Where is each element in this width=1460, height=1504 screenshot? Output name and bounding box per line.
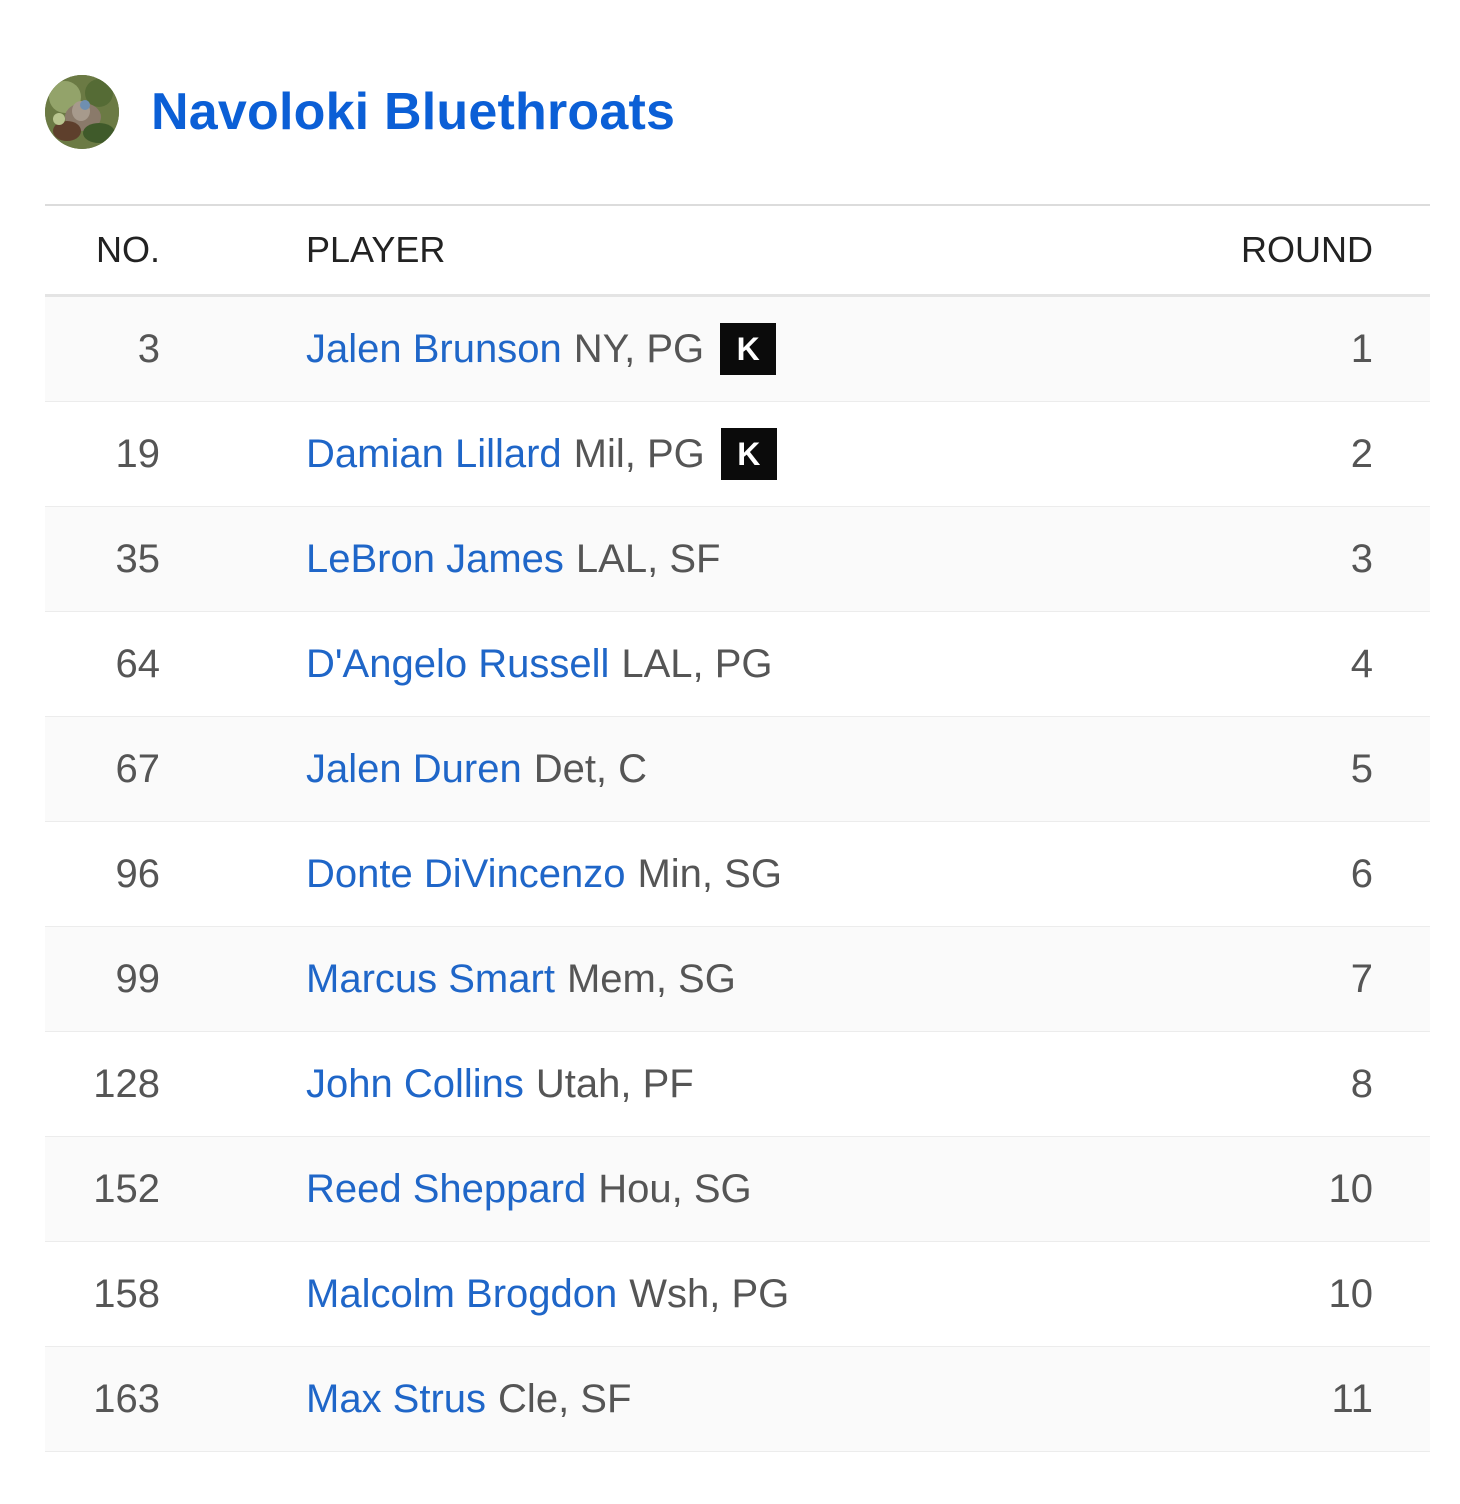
table-row: 158 Malcolm Brogdon Wsh, PG 10 — [45, 1242, 1430, 1347]
draft-round: 2 — [1350, 431, 1373, 476]
pick-number: 35 — [115, 536, 161, 581]
draft-picks-table: NO. PLAYER ROUND 3 Jalen Brunson NY, PG K 1 1… — [45, 204, 1430, 1452]
player-name-link[interactable]: Jalen Duren — [306, 747, 522, 792]
team-draft-card: Navoloki Bluethroats NO. PLAYER ROUND 3 J… — [0, 0, 1460, 1504]
table-row: 67 Jalen Duren Det, C 5 — [45, 717, 1430, 822]
table-row: 3 Jalen Brunson NY, PG K 1 — [45, 297, 1430, 402]
pick-number: 158 — [93, 1271, 160, 1316]
draft-round: 11 — [1331, 1376, 1373, 1421]
header-no: NO. — [95, 229, 160, 270]
player-name-link[interactable]: Damian Lillard — [306, 432, 562, 477]
team-header: Navoloki Bluethroats — [45, 73, 675, 151]
header-player: PLAYER — [306, 229, 446, 270]
player-name-link[interactable]: Reed Sheppard — [306, 1167, 586, 1212]
player-team-position: Cle, SF — [498, 1376, 632, 1421]
draft-round: 10 — [1328, 1271, 1374, 1316]
player-cell: Jalen Duren Det, C — [306, 747, 1173, 792]
draft-round: 6 — [1350, 851, 1373, 896]
player-team-position: LAL, SF — [575, 536, 721, 581]
player-cell: John Collins Utah, PF — [306, 1062, 1173, 1107]
draft-round: 10 — [1328, 1166, 1374, 1211]
pick-number: 19 — [115, 431, 161, 476]
table-row: 96 Donte DiVincenzo Min, SG 6 — [45, 822, 1430, 927]
table-row: 19 Damian Lillard Mil, PG K 2 — [45, 402, 1430, 507]
player-team-position: Mil, PG — [573, 431, 705, 476]
player-cell: D'Angelo Russell LAL, PG — [306, 642, 1173, 687]
player-team-position: LAL, PG — [621, 641, 773, 686]
player-name-link[interactable]: John Collins — [306, 1062, 524, 1107]
draft-round: 3 — [1350, 536, 1373, 581]
draft-round: 8 — [1350, 1061, 1373, 1106]
player-team-position: Mem, SG — [566, 956, 736, 1001]
draft-round: 4 — [1350, 641, 1373, 686]
table-row: 163 Max Strus Cle, SF 11 — [45, 1347, 1430, 1452]
draft-round: 5 — [1350, 746, 1373, 791]
player-team-position: Utah, PF — [535, 1061, 694, 1106]
table-row: 64 D'Angelo Russell LAL, PG 4 — [45, 612, 1430, 717]
table-row: 99 Marcus Smart Mem, SG 7 — [45, 927, 1430, 1032]
table-row: 152 Reed Sheppard Hou, SG 10 — [45, 1137, 1430, 1242]
pick-number: 152 — [93, 1166, 160, 1211]
player-cell: LeBron James LAL, SF — [306, 537, 1173, 582]
pick-number: 128 — [93, 1061, 160, 1106]
player-team-position: Min, SG — [637, 851, 782, 896]
table-body: 3 Jalen Brunson NY, PG K 1 19 Damian Lillard Mi… — [45, 297, 1430, 1452]
team-name-link[interactable]: Navoloki Bluethroats — [151, 82, 675, 142]
player-cell: Max Strus Cle, SF — [306, 1377, 1173, 1422]
table-header-row: NO. PLAYER ROUND — [45, 206, 1430, 297]
player-name-link[interactable]: LeBron James — [306, 537, 564, 582]
draft-round: 1 — [1350, 326, 1373, 371]
player-team-position: NY, PG — [573, 326, 705, 371]
pick-number: 3 — [137, 326, 160, 371]
player-cell: Damian Lillard Mil, PG K — [306, 428, 1173, 480]
header-round: ROUND — [1241, 229, 1373, 270]
player-cell: Marcus Smart Mem, SG — [306, 957, 1173, 1002]
pick-number: 99 — [115, 956, 161, 1001]
player-team-position: Wsh, PG — [629, 1271, 790, 1316]
player-team-position: Det, C — [533, 746, 648, 791]
player-name-link[interactable]: Max Strus — [306, 1377, 486, 1422]
player-name-link[interactable]: Jalen Brunson — [306, 327, 562, 372]
table-row: 35 LeBron James LAL, SF 3 — [45, 507, 1430, 612]
player-cell: Reed Sheppard Hou, SG — [306, 1167, 1173, 1212]
team-avatar-photo-icon — [45, 75, 119, 149]
pick-number: 96 — [115, 851, 161, 896]
pick-number: 67 — [115, 746, 161, 791]
table-row: 128 John Collins Utah, PF 8 — [45, 1032, 1430, 1137]
player-cell: Jalen Brunson NY, PG K — [306, 323, 1173, 375]
keeper-badge: K — [720, 323, 777, 375]
pick-number: 163 — [93, 1376, 160, 1421]
player-cell: Donte DiVincenzo Min, SG — [306, 852, 1173, 897]
keeper-badge: K — [720, 428, 777, 480]
player-name-link[interactable]: Marcus Smart — [306, 957, 555, 1002]
player-name-link[interactable]: D'Angelo Russell — [306, 642, 609, 687]
draft-round: 7 — [1350, 956, 1373, 1001]
player-team-position: Hou, SG — [598, 1166, 752, 1211]
player-name-link[interactable]: Donte DiVincenzo — [306, 852, 625, 897]
player-cell: Malcolm Brogdon Wsh, PG — [306, 1272, 1173, 1317]
team-avatar[interactable] — [45, 75, 119, 149]
pick-number: 64 — [115, 641, 161, 686]
player-name-link[interactable]: Malcolm Brogdon — [306, 1272, 617, 1317]
